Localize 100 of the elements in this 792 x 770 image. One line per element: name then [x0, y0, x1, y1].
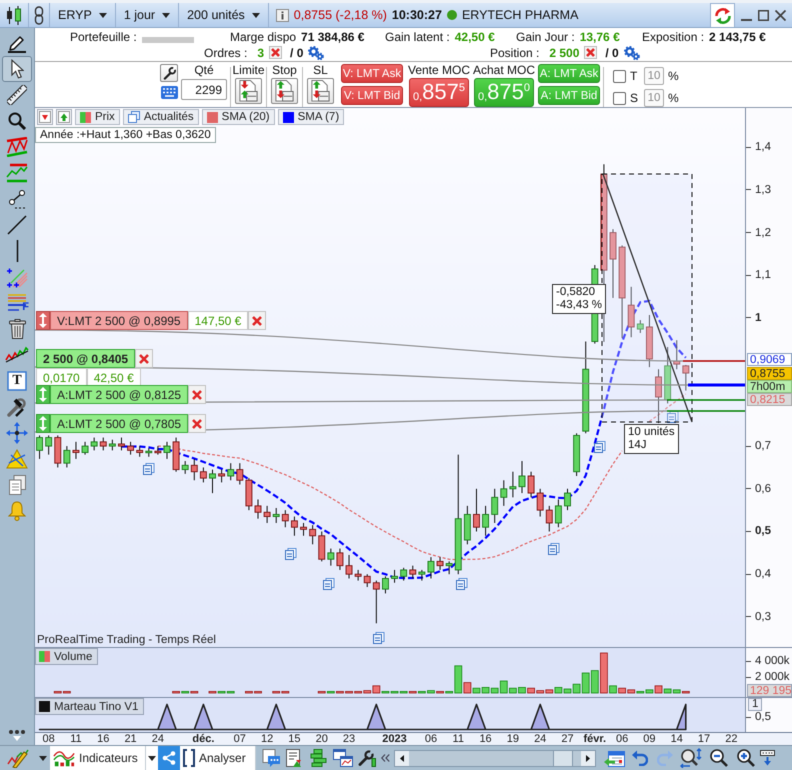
cancel-icon[interactable]	[269, 46, 282, 59]
order-type-button[interactable]	[235, 78, 262, 104]
caret-icon	[252, 12, 260, 18]
settings-button[interactable]	[160, 64, 178, 82]
bar-list-icon	[309, 749, 327, 767]
levels-tool-button[interactable]: F	[2, 290, 32, 316]
falling-candle	[610, 228, 616, 298]
keyboard-icon[interactable]	[160, 86, 178, 99]
legend-tab[interactable]: Actualités	[122, 109, 199, 125]
order-label[interactable]: A:LMT 2 500 @ 0,8125	[50, 385, 188, 404]
pointer-tool-button[interactable]	[2, 56, 32, 82]
cancel-icon[interactable]	[584, 46, 598, 59]
order-label[interactable]: A:LMT 2 500 @ 0,7805	[50, 414, 188, 433]
scroll-right-button[interactable]	[581, 750, 595, 766]
vertical-line-icon	[16, 240, 18, 262]
order-level-line	[688, 384, 745, 386]
segment-icon	[7, 189, 27, 209]
falling-candle	[372, 580, 380, 624]
date-axis-label: 06	[424, 733, 438, 745]
rising-candle	[164, 441, 170, 460]
info-icon[interactable]	[276, 8, 289, 22]
close-position-button[interactable]	[135, 349, 154, 368]
bell-icon	[8, 501, 26, 521]
refresh-button[interactable]	[710, 3, 735, 27]
order-type-button[interactable]	[271, 78, 298, 104]
position-label[interactable]: 2 500 @ 0,8405	[36, 349, 136, 368]
order-ticket-icon	[310, 80, 331, 102]
falling-candle	[646, 314, 653, 368]
order-drag-handle[interactable]	[36, 311, 50, 330]
channel-icon	[6, 137, 28, 157]
quantity-field[interactable]: 2299	[181, 79, 227, 100]
rising-candle	[464, 505, 471, 545]
rising-candle	[227, 462, 234, 481]
rising-candle	[518, 460, 526, 494]
trailing-option-label: T	[630, 69, 638, 83]
text-tool-button[interactable]: T	[2, 368, 32, 394]
pending-count: / 0	[605, 46, 619, 60]
date-axis-label: 16	[97, 733, 110, 745]
legend-tab[interactable]: Prix	[75, 109, 120, 125]
scrollbar-thumb[interactable]	[553, 750, 573, 766]
order-type-button[interactable]	[307, 78, 334, 104]
falling-candle	[436, 556, 444, 570]
dropdown-button[interactable]	[146, 746, 158, 770]
date-axis-label: 24	[152, 733, 164, 745]
news-icon[interactable]	[594, 441, 606, 453]
falling-candle	[190, 458, 198, 481]
cancel-order-button[interactable]	[188, 385, 206, 404]
order-drag-handle[interactable]	[36, 414, 50, 433]
cancel-order-button[interactable]	[188, 414, 206, 433]
share-button[interactable]	[158, 746, 180, 770]
date-axis-label: 09	[643, 733, 656, 745]
indicator-panel-title[interactable]: Marteau Tino V1	[35, 698, 144, 715]
chain-link-icon[interactable]	[34, 6, 44, 24]
diagonal-line-icon	[7, 215, 27, 235]
falling-candle	[282, 510, 289, 528]
legend-tab[interactable]: SMA (20)	[202, 109, 275, 125]
chat-button[interactable]	[260, 746, 282, 770]
date-axis-label: févr.	[583, 733, 606, 745]
windows-button[interactable]	[330, 746, 355, 770]
indicators-button[interactable]: Indicateurs	[50, 746, 146, 770]
candlestick-icon[interactable]	[5, 6, 23, 24]
timeframe-dropdown[interactable]: 1 jour	[116, 3, 180, 27]
falling-candle	[118, 437, 125, 451]
sell-limit-button[interactable]: V: LMT Bid	[341, 86, 403, 105]
falling-candle	[682, 364, 690, 392]
units-dropdown[interactable]: 200 unités	[179, 3, 269, 27]
scroll-left-button[interactable]	[395, 750, 409, 766]
legend-tab[interactable]: SMA (7)	[278, 109, 344, 125]
falling-candle	[72, 441, 80, 460]
analyze-button[interactable]: Analyser	[180, 746, 256, 770]
falling-candle	[409, 565, 416, 579]
down-arrow-button[interactable]	[37, 109, 53, 125]
gears-icon[interactable]	[308, 46, 324, 60]
rising-candle	[45, 434, 52, 456]
date-axis-label: 17	[698, 733, 710, 745]
price-axis-label: 0,4	[746, 567, 771, 582]
cancel-icon	[192, 418, 202, 428]
rising-candle	[446, 560, 453, 575]
news-icon[interactable]	[667, 411, 678, 423]
horizontal-scrollbar[interactable]	[394, 750, 596, 766]
symbol-dropdown[interactable]: ERYP	[50, 3, 116, 27]
date-axis-label: 2023	[382, 733, 407, 745]
date-axis-label: 15	[288, 733, 301, 745]
trailing-option-label: S	[630, 91, 640, 105]
rising-candle	[554, 498, 562, 528]
gears-icon[interactable]	[624, 46, 640, 60]
date-axis-label: 19	[506, 733, 519, 745]
maximize-icon[interactable]	[758, 10, 769, 20]
up-arrow-button[interactable]	[56, 109, 72, 125]
rising-candle	[428, 556, 434, 579]
percent-sign: %	[668, 91, 679, 105]
order-drag-handle[interactable]	[36, 385, 50, 404]
volume-panel-title[interactable]: Volume	[35, 648, 98, 665]
double-chevron-icon	[380, 754, 390, 762]
cancel-order-button[interactable]	[248, 311, 266, 330]
close-icon[interactable]	[775, 10, 786, 20]
sell-limit-button[interactable]: V: LMT Ask	[341, 64, 403, 83]
order-label[interactable]: V:LMT 2 500 @ 0,8995	[50, 311, 188, 330]
range-label: Année :+Haut 1,360 +Bas 0,3620	[35, 127, 216, 143]
falling-candle	[628, 286, 635, 338]
